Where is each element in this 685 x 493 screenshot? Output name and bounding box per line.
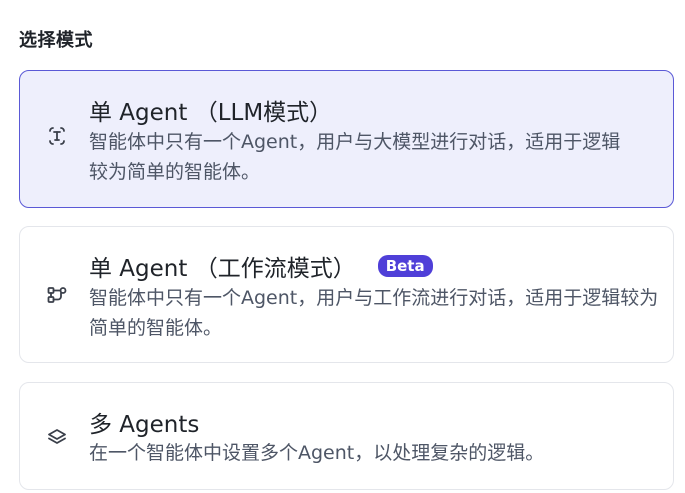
mode-option-single-agent-llm[interactable]: 单 Agent （LLM模式） 智能体中只有一个Agent，用户与大模型进行对话… xyxy=(19,70,674,208)
workflow-icon xyxy=(46,284,68,306)
mode-option-description: 智能体中只有一个Agent，用户与工作流进行对话，适用于逻辑较为简单的智能体。 xyxy=(89,287,659,339)
section-title: 选择模式 xyxy=(19,30,93,51)
mode-option-title: 多 Agents xyxy=(89,405,199,439)
mode-option-title: 单 Agent （工作流模式） Beta xyxy=(89,249,433,283)
mode-option-title: 单 Agent （LLM模式） xyxy=(89,93,332,127)
mode-option-single-agent-workflow[interactable]: 单 Agent （工作流模式） Beta 智能体中只有一个Agent，用户与工作… xyxy=(19,226,674,363)
mode-option-multi-agents[interactable]: 多 Agents 在一个智能体中设置多个Agent，以处理复杂的逻辑。 xyxy=(19,382,674,490)
single-agent-icon xyxy=(46,125,68,147)
layers-icon xyxy=(46,426,68,448)
mode-option-description: 智能体中只有一个Agent，用户与大模型进行对话，适用于逻辑较为简单的智能体。 xyxy=(89,131,621,183)
mode-option-title-text: 多 Agents xyxy=(89,412,200,438)
mode-option-title-text: 单 Agent （LLM模式） xyxy=(89,100,333,126)
mode-select-page: 选择模式 单 Agent （LLM模式） 智能体中只有一个Agent，用户与大模… xyxy=(0,0,685,493)
beta-badge: Beta xyxy=(377,255,433,277)
mode-option-title-text: 单 Agent （工作流模式） xyxy=(89,256,356,282)
mode-option-description: 在一个智能体中设置多个Agent，以处理复杂的逻辑。 xyxy=(89,442,545,464)
